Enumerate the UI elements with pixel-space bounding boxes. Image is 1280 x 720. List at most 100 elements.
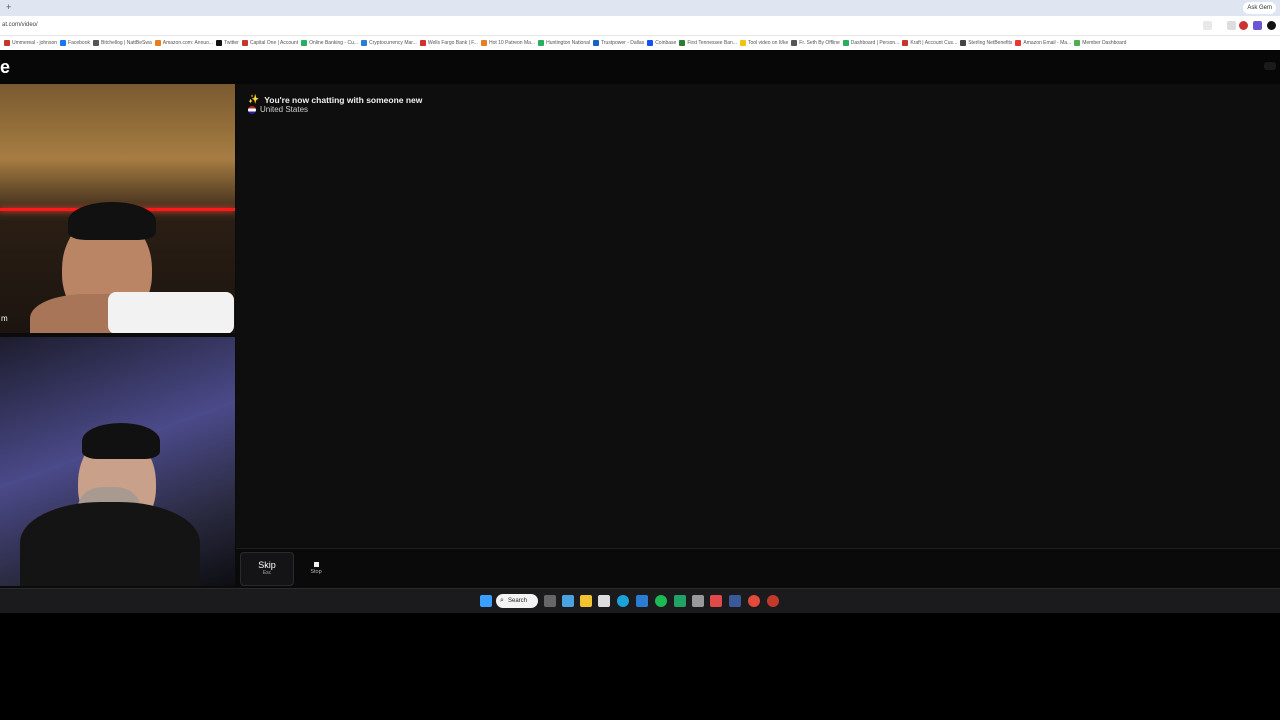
- extension-icon[interactable]: [1227, 21, 1236, 30]
- bookmark-item[interactable]: Trustpower - Dallas: [593, 40, 644, 46]
- header-menu-button[interactable]: [1264, 62, 1276, 70]
- bookmark-label: Kraft | Account Cus...: [910, 40, 958, 46]
- bookmark-favicon-icon: [419, 40, 426, 46]
- address-bar[interactable]: at.com/video/: [0, 16, 1280, 36]
- profile-icon[interactable]: [1239, 21, 1248, 30]
- bookmark-label: Bitchellog | NattBeSwa: [101, 40, 152, 46]
- bookmark-favicon-icon: [842, 40, 849, 46]
- bookmark-item[interactable]: Member Dashboard: [1074, 40, 1126, 46]
- site-header: e: [0, 50, 1280, 84]
- windows-taskbar: ⌕ Search: [0, 588, 1280, 613]
- bookmark-label: Coinbase: [655, 40, 677, 46]
- bookmark-favicon-icon: [480, 40, 487, 46]
- word-icon[interactable]: [636, 595, 648, 607]
- steam-icon[interactable]: [729, 595, 741, 607]
- bookmark-favicon-icon: [154, 40, 161, 46]
- bookmark-favicon-icon: [791, 40, 798, 46]
- bookmark-item[interactable]: Fr. Seth By Offline: [791, 40, 840, 46]
- bookmark-item[interactable]: First Tennessee Ban...: [679, 40, 737, 46]
- chat-panel: ✨ You're now chatting with someone new U…: [236, 84, 1280, 548]
- bookmark-favicon-icon: [93, 40, 99, 46]
- bookmark-item[interactable]: Amazon Email - Ma...: [1015, 40, 1071, 46]
- cap-icon-local: [82, 423, 160, 459]
- edge-icon[interactable]: [617, 595, 629, 607]
- bookmark-favicon-icon: [593, 40, 600, 46]
- bookmark-favicon-icon: [1015, 40, 1022, 46]
- bookmark-favicon-icon: [241, 40, 248, 46]
- bookmark-item[interactable]: Huntington National: [538, 40, 590, 46]
- bookmark-item[interactable]: Coinbase: [647, 40, 676, 46]
- store-icon[interactable]: [598, 595, 610, 607]
- bookmark-item[interactable]: Tool video on It/ke: [739, 40, 789, 46]
- windows-start-icon[interactable]: [480, 595, 492, 607]
- bookmark-item[interactable]: Online Banking - Cu...: [301, 40, 358, 46]
- system-message-text: You're now chatting with someone new: [264, 94, 423, 105]
- bookmark-label: Twitter: [224, 40, 239, 46]
- bookmark-favicon-icon: [4, 40, 10, 46]
- bookmark-label: Trustpower - Dallas: [601, 40, 645, 46]
- bookmark-label: Wells Fargo Bank | F...: [427, 40, 478, 46]
- notepad-icon[interactable]: [692, 595, 704, 607]
- menu-icon[interactable]: [1267, 21, 1276, 30]
- bookmark-item[interactable]: Amazon.com: Annuo...: [154, 40, 214, 46]
- bookmark-item[interactable]: Dashboard | Person...: [842, 40, 900, 46]
- bookmark-label: Sterling NetBenefits: [968, 40, 1013, 46]
- bookmark-favicon-icon: [216, 40, 223, 46]
- sheets-icon[interactable]: [674, 595, 686, 607]
- bookmark-label: Dashboard | Person...: [850, 40, 900, 46]
- bookmark-item[interactable]: Sterling NetBenefits: [960, 40, 1012, 46]
- stop-label: Stop: [310, 569, 322, 575]
- bookmark-item[interactable]: Hot 10 Patreon Ma...: [480, 40, 536, 46]
- skip-label: Skip: [258, 560, 276, 570]
- bookmark-favicon-icon: [679, 40, 686, 46]
- bookmark-favicon-icon: [739, 40, 746, 46]
- bookmark-label: Online Banking - Cu...: [309, 40, 359, 46]
- bookmark-label: Cryptocurrency Mar...: [369, 40, 417, 46]
- url-text[interactable]: at.com/video/: [2, 22, 38, 28]
- message-input[interactable]: [338, 552, 1268, 586]
- bookmark-label: Capital One | Account: [249, 40, 299, 46]
- partner-country: United States: [248, 105, 308, 114]
- bookmark-item[interactable]: Kraft | Account Cus...: [902, 40, 957, 46]
- bookmark-favicon-icon: [361, 40, 368, 46]
- bookmark-favicon-icon: [538, 40, 545, 46]
- task-view-icon[interactable]: [544, 595, 556, 607]
- bookmark-label: Amazon.com: Annuo...: [162, 40, 214, 46]
- bookmark-label: Hot 10 Patreon Ma...: [488, 40, 536, 46]
- widgets-icon[interactable]: [562, 595, 574, 607]
- bookmark-favicon-icon: [301, 40, 308, 46]
- snipping-tool-icon[interactable]: [710, 595, 722, 607]
- bookmark-favicon-icon: [902, 40, 909, 46]
- bookmark-item[interactable]: Bitchellog | NattBeSwa: [93, 40, 152, 46]
- spotify-icon[interactable]: [655, 595, 667, 607]
- us-flag-icon: [248, 105, 256, 114]
- bookmark-item[interactable]: Cryptocurrency Mar...: [361, 40, 417, 46]
- bookmark-favicon-icon: [60, 40, 67, 46]
- local-video: [0, 337, 235, 586]
- bookmark-label: Ummereal - johnson: [12, 40, 58, 46]
- file-explorer-icon[interactable]: [580, 595, 592, 607]
- bookmark-item[interactable]: Ummereal - johnson: [4, 40, 57, 46]
- site-logo[interactable]: e: [0, 57, 10, 78]
- bookmark-item[interactable]: Twitter: [216, 40, 239, 46]
- new-tab-button[interactable]: +: [6, 2, 11, 12]
- stop-button[interactable]: Stop: [302, 552, 330, 586]
- chrome-icon[interactable]: [748, 595, 760, 607]
- bookmark-favicon-icon: [647, 40, 654, 46]
- taskbar-search[interactable]: ⌕ Search: [496, 594, 538, 608]
- bookmark-label: Tool video on It/ke: [747, 40, 789, 46]
- star-icon[interactable]: [1203, 21, 1212, 30]
- bookmark-item[interactable]: Capital One | Account: [241, 40, 299, 46]
- browser-tab-strip: + Ask Gem: [0, 0, 1280, 16]
- search-icon: ⌕: [500, 597, 504, 604]
- skip-button[interactable]: Skip Esc: [240, 552, 294, 586]
- chat-controls: Skip Esc Stop: [236, 548, 1280, 588]
- bookmark-favicon-icon: [960, 40, 967, 46]
- obs-icon[interactable]: [767, 595, 779, 607]
- bookmark-favicon-icon: [1074, 40, 1081, 46]
- bookmark-item[interactable]: Wells Fargo Bank | F...: [419, 40, 478, 46]
- country-label: United States: [260, 105, 309, 114]
- extension-icon-2[interactable]: [1253, 21, 1262, 30]
- bookmark-item[interactable]: Facebook: [60, 40, 90, 46]
- ask-gem-button[interactable]: Ask Gem: [1243, 2, 1276, 14]
